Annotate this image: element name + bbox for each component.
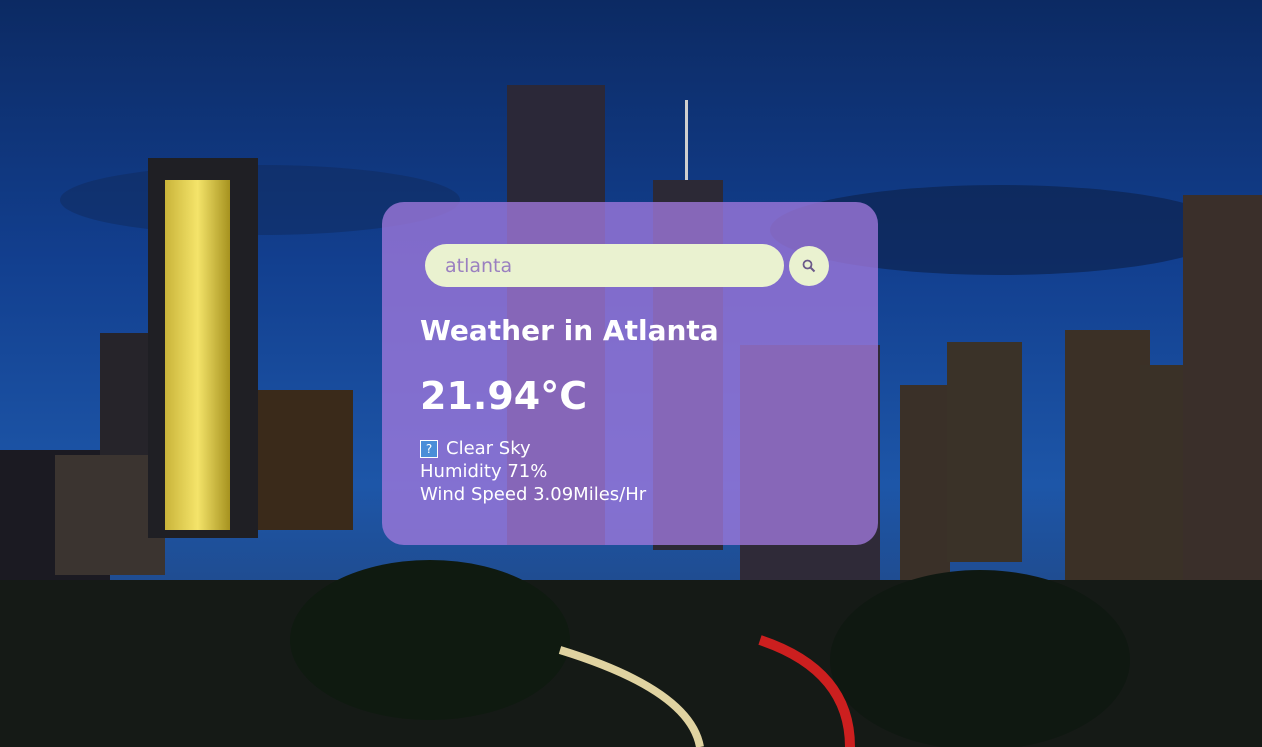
humidity-text: Humidity 71% [420, 461, 548, 482]
wind-speed-text: Wind Speed 3.09Miles/Hr [420, 484, 647, 505]
search-row [425, 244, 829, 287]
condition-text: Clear Sky [446, 438, 531, 459]
temperature: 21.94°C [420, 374, 588, 418]
weather-title: Weather in Atlanta [420, 314, 719, 347]
search-icon [802, 259, 816, 272]
weather-details: ? Clear Sky Humidity 71% Wind Speed 3.09… [420, 437, 646, 506]
search-button[interactable] [789, 245, 829, 286]
condition-row: ? Clear Sky [420, 437, 646, 460]
weather-card: Weather in Atlanta 21.94°C ? Clear Sky H… [382, 202, 878, 545]
search-input[interactable] [425, 244, 784, 287]
unknown-image-icon: ? [420, 439, 438, 458]
weather-app: Weather in Atlanta 21.94°C ? Clear Sky H… [0, 0, 1262, 747]
